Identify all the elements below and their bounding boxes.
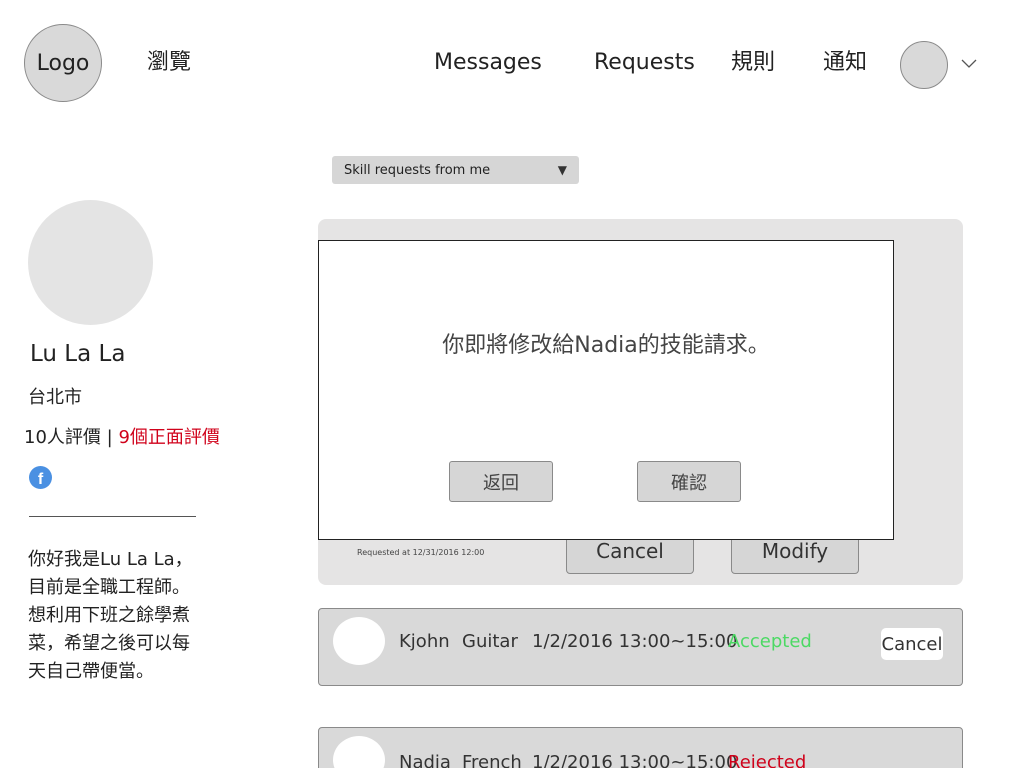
- dropdown-selected-label: Skill requests from me: [344, 162, 491, 178]
- modify-request-label: Modify: [761, 539, 829, 563]
- facebook-icon[interactable]: f: [29, 466, 52, 489]
- request-time: 1/2/2016 13:00~15:00: [532, 752, 738, 768]
- reviews-separator: |: [106, 427, 113, 448]
- request-time: 1/2/2016 13:00~15:00: [532, 631, 738, 652]
- request-row: Nadia French 1/2/2016 13:00~15:00 Reject…: [318, 727, 963, 768]
- request-user: Kjohn: [399, 631, 450, 652]
- nav-browse[interactable]: 瀏覽: [147, 48, 191, 78]
- profile-bio: 你好我是Lu La La，目前是全職工程師。想利用下班之餘學煮菜，希望之後可以每…: [28, 549, 193, 682]
- modify-confirm-dialog: 你即將修改給Nadia的技能請求。 返回 確認: [318, 240, 894, 540]
- row-cancel-label: Cancel: [881, 633, 943, 655]
- logo-label: Logo: [36, 50, 90, 76]
- profile-reviews: 10人評價 | 9個正面評價: [24, 423, 220, 449]
- profile-avatar: [28, 200, 153, 325]
- nav-requests[interactable]: Requests: [594, 48, 695, 78]
- request-status: Rejected: [728, 752, 807, 768]
- profile-city: 台北市: [28, 387, 82, 408]
- row-cancel-button[interactable]: Cancel: [881, 628, 943, 660]
- page: Logo 瀏覽 Messages Requests 規則 通知 Skill re…: [0, 0, 1024, 768]
- request-skill: Guitar: [462, 631, 518, 652]
- dialog-back-button[interactable]: 返回: [449, 461, 553, 502]
- request-user-avatar: [333, 617, 385, 665]
- dialog-confirm-button[interactable]: 確認: [637, 461, 741, 502]
- request-user: Nadia: [399, 752, 451, 768]
- positive-reviews-link[interactable]: 9個正面評價: [118, 427, 219, 448]
- request-filter-dropdown[interactable]: Skill requests from me ▼: [332, 156, 579, 184]
- nav-rules[interactable]: 規則: [731, 48, 775, 78]
- requested-at-text: Requested at 12/31/2016 12:00: [357, 548, 485, 557]
- chevron-down-icon[interactable]: [960, 56, 978, 72]
- dialog-confirm-label: 確認: [671, 472, 707, 494]
- request-user-avatar: [333, 736, 385, 768]
- dropdown-arrow-icon: ▼: [557, 163, 567, 177]
- user-avatar[interactable]: [900, 41, 948, 89]
- request-skill: French: [462, 752, 522, 768]
- reviews-count: 10人評價: [24, 427, 101, 448]
- logo[interactable]: Logo: [24, 24, 102, 102]
- profile-divider: [29, 516, 196, 517]
- profile-name: Lu La La: [30, 341, 126, 367]
- dialog-back-label: 返回: [483, 472, 519, 494]
- request-row: Kjohn Guitar 1/2/2016 13:00~15:00 Accept…: [318, 608, 963, 686]
- nav-messages[interactable]: Messages: [434, 48, 542, 78]
- request-status: Accepted: [728, 631, 812, 652]
- cancel-request-label: Cancel: [596, 539, 664, 563]
- dialog-message: 你即將修改給Nadia的技能請求。: [442, 333, 770, 358]
- nav-notifications[interactable]: 通知: [823, 48, 867, 78]
